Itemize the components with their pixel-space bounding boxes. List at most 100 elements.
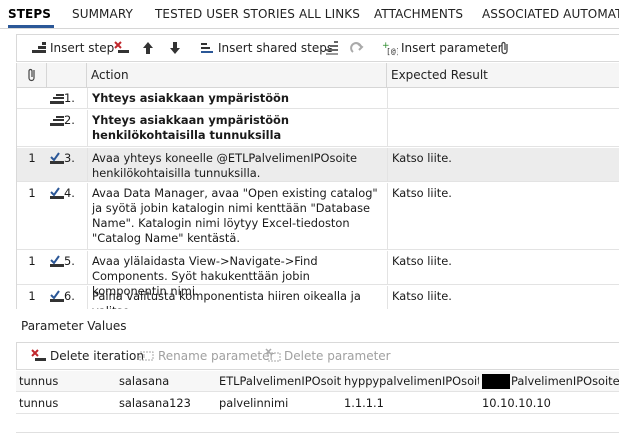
step-number-label: 3. bbox=[64, 151, 75, 165]
parameter-column-header-label: PalvelimenIPOsoite bbox=[511, 374, 619, 388]
parameter-column-header-redacted[interactable]: PalvelimenIPOsoite bbox=[479, 371, 619, 392]
attachment-count: 1 bbox=[28, 254, 36, 268]
arrow-down-icon bbox=[167, 40, 183, 56]
step-action[interactable]: Avaa ylälaidasta View->Navigate->Find Co… bbox=[87, 251, 387, 298]
step-action[interactable]: Paina valitusta komponentista hiiren oik… bbox=[87, 286, 387, 309]
step-row[interactable]: 2. Yhteys asiakkaan ympäristöön henkilök… bbox=[17, 110, 619, 147]
delete-parameter-icon bbox=[265, 348, 281, 364]
step-expected-result[interactable]: Katso liite. bbox=[387, 183, 619, 249]
move-down-button[interactable] bbox=[167, 40, 186, 56]
svg-text:[@]: [@] bbox=[386, 47, 398, 56]
parameter-column-header[interactable]: hyppypalvelimenIPOsoite bbox=[341, 371, 479, 392]
attachment-count: 1 bbox=[28, 289, 36, 303]
delete-iteration-button[interactable]: Delete iteration bbox=[31, 348, 144, 364]
shared-steps-create-icon bbox=[324, 40, 340, 56]
parameter-value-cell[interactable]: 10.10.10.10 bbox=[479, 393, 619, 414]
parameter-value-row[interactable]: tunnus salasana123 palvelinnimi 1.1.1.1 … bbox=[16, 393, 619, 414]
attachment-count bbox=[17, 88, 47, 91]
step-action[interactable]: Yhteys asiakkaan ympäristöön bbox=[87, 88, 387, 108]
insert-shared-steps-button[interactable]: Insert shared steps bbox=[199, 40, 333, 56]
step-number-label: 4. bbox=[64, 186, 75, 200]
attachment-column-header[interactable] bbox=[17, 63, 47, 87]
active-tab-indicator bbox=[8, 25, 54, 28]
step-check-icon bbox=[50, 152, 64, 169]
attach-button[interactable] bbox=[497, 40, 516, 56]
step-number: 2. bbox=[47, 110, 87, 131]
insert-parameter-icon: +[@] bbox=[382, 40, 400, 56]
shared-step-icon bbox=[50, 114, 64, 131]
step-action[interactable]: Yhteys asiakkaan ympäristöön henkilökoht… bbox=[87, 110, 387, 146]
steps-grid-header: Action Expected Result bbox=[17, 63, 619, 88]
steps-grid: Action Expected Result 1. Yhteys asiakka… bbox=[16, 63, 619, 309]
delete-step-button[interactable] bbox=[114, 40, 133, 56]
parameter-value-cell[interactable]: salasana123 bbox=[116, 393, 216, 414]
create-shared-steps-button[interactable] bbox=[324, 40, 343, 56]
step-check-icon bbox=[50, 255, 64, 272]
parameter-values-title: Parameter Values bbox=[21, 319, 127, 333]
step-number-label: 6. bbox=[64, 289, 75, 303]
attachment-count: 1 bbox=[28, 151, 36, 165]
step-check-icon bbox=[50, 290, 64, 307]
redo-icon bbox=[349, 40, 365, 56]
rename-parameter-button[interactable]: Rename parameter bbox=[139, 348, 274, 364]
tab-attachments[interactable]: ATTACHMENTS bbox=[374, 7, 463, 21]
step-check-icon bbox=[50, 187, 64, 204]
step-number-label: 5. bbox=[64, 254, 75, 268]
step-row[interactable]: 1 5. Avaa ylälaidasta View->Navigate->Fi… bbox=[17, 251, 619, 298]
step-row[interactable]: 1 4. Avaa Data Manager, avaa "Open exist… bbox=[17, 183, 619, 250]
tab-tested-user-stories[interactable]: TESTED USER STORIES bbox=[155, 7, 295, 21]
step-expected-result[interactable] bbox=[387, 110, 619, 146]
divider bbox=[16, 432, 619, 433]
step-expected-result[interactable]: Katso liite. bbox=[387, 286, 619, 309]
tab-steps[interactable]: STEPS bbox=[8, 7, 51, 21]
rename-parameter-label: Rename parameter bbox=[158, 349, 275, 363]
delete-iteration-label: Delete iteration bbox=[50, 349, 144, 363]
step-row[interactable]: 1 6. Paina valitusta komponentista hiire… bbox=[17, 286, 619, 309]
steps-toolbar: Insert step Insert shared steps +[@] bbox=[16, 34, 619, 62]
delete-parameter-label: Delete parameter bbox=[284, 349, 391, 363]
move-up-button[interactable] bbox=[140, 40, 159, 56]
step-number-column-header[interactable] bbox=[47, 63, 87, 87]
step-number: 5. bbox=[47, 251, 87, 272]
shared-step-icon bbox=[50, 92, 64, 109]
step-expected-result[interactable] bbox=[387, 88, 619, 108]
tab-associated-automation[interactable]: ASSOCIATED AUTOMATIC bbox=[482, 7, 619, 21]
tab-all-links[interactable]: ALL LINKS bbox=[299, 7, 360, 21]
delete-iteration-icon bbox=[31, 348, 47, 364]
parameter-value-cell[interactable]: 1.1.1.1 bbox=[341, 393, 479, 414]
parameter-column-header[interactable]: tunnus bbox=[16, 371, 116, 392]
tab-bar: STEPS SUMMARY TESTED USER STORIES ALL LI… bbox=[0, 0, 619, 29]
step-row[interactable]: 1 3. Avaa yhteys koneelle @ETLPalvelimen… bbox=[17, 148, 619, 182]
insert-step-icon bbox=[31, 40, 47, 56]
delete-parameter-button[interactable]: Delete parameter bbox=[265, 348, 391, 364]
parameter-toolbar: Delete iteration Rename parameter Delete… bbox=[16, 342, 619, 370]
insert-step-label: Insert step bbox=[50, 41, 115, 55]
step-number: 1. bbox=[47, 88, 87, 109]
tab-summary[interactable]: SUMMARY bbox=[72, 7, 133, 21]
expected-result-column-header[interactable]: Expected Result bbox=[387, 63, 619, 87]
insert-step-button[interactable]: Insert step bbox=[31, 40, 114, 56]
step-row[interactable]: 1. Yhteys asiakkaan ympäristöön bbox=[17, 88, 619, 109]
delete-step-icon bbox=[114, 40, 130, 56]
arrow-up-icon bbox=[140, 40, 156, 56]
insert-parameter-label: Insert parameter bbox=[401, 41, 503, 55]
attachment-count bbox=[17, 110, 47, 113]
parameter-values-grid: tunnus salasana ETLPalvelimenIPOsoite hy… bbox=[16, 371, 619, 415]
step-number: 3. bbox=[47, 148, 87, 169]
step-number: 6. bbox=[47, 286, 87, 307]
step-expected-result[interactable]: Katso liite. bbox=[387, 148, 619, 181]
parameter-value-cell[interactable]: palvelinnimi bbox=[216, 393, 341, 414]
step-number: 4. bbox=[47, 183, 87, 204]
parameter-column-header[interactable]: ETLPalvelimenIPOsoite bbox=[216, 371, 341, 392]
step-expected-result[interactable]: Katso liite. bbox=[387, 251, 619, 284]
step-action[interactable]: Avaa yhteys koneelle @ETLPalvelimenIPOso… bbox=[87, 148, 387, 181]
parameter-value-cell[interactable]: tunnus bbox=[16, 393, 116, 414]
attachment-count: 1 bbox=[28, 186, 36, 200]
paperclip-icon bbox=[497, 40, 513, 56]
action-column-header[interactable]: Action bbox=[87, 63, 387, 87]
redo-button[interactable] bbox=[349, 40, 368, 56]
parameter-header-row: tunnus salasana ETLPalvelimenIPOsoite hy… bbox=[16, 371, 619, 392]
parameter-column-header[interactable]: salasana bbox=[116, 371, 216, 392]
step-action[interactable]: Avaa Data Manager, avaa "Open existing c… bbox=[87, 183, 387, 249]
insert-parameter-button[interactable]: +[@] Insert parameter bbox=[382, 40, 503, 56]
